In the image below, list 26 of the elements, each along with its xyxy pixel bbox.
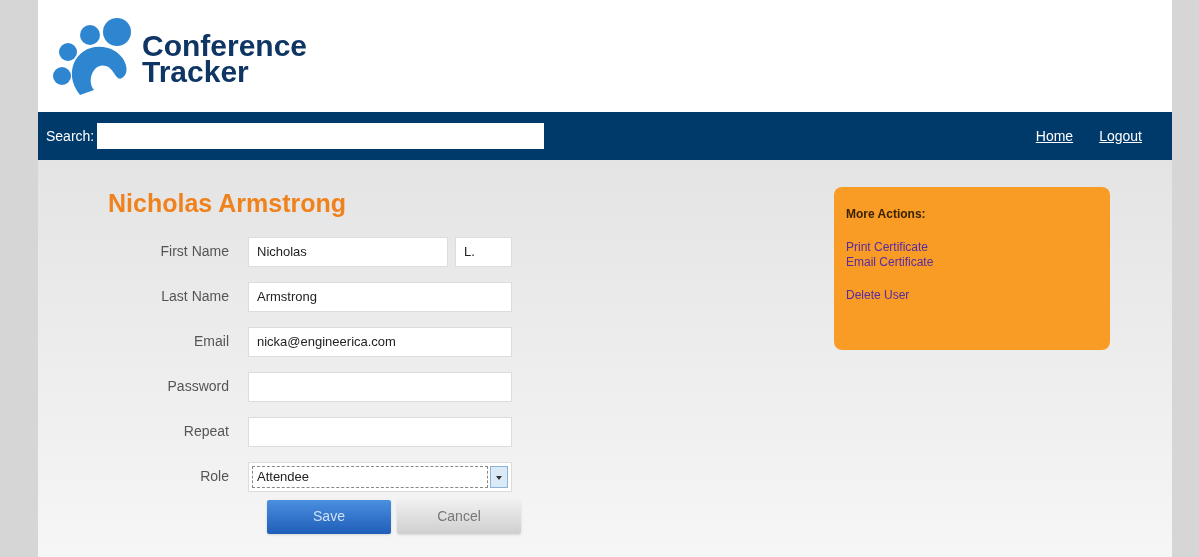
page-heading: Nicholas Armstrong [108, 188, 347, 219]
first-name-field[interactable]: Nicholas [248, 236, 448, 267]
logo-text: Tracker [142, 59, 249, 85]
search-label: Search: [46, 126, 95, 146]
field-label: Email [193, 332, 230, 351]
text-field[interactable]: nicka@engineerica.com [248, 326, 512, 357]
field-label: Last Name [160, 287, 230, 306]
search-field[interactable] [97, 123, 545, 149]
role-dropdown[interactable]: Attendee [248, 461, 512, 492]
field-label: Password [166, 377, 230, 396]
caret-icon [490, 465, 508, 488]
middle-initial-field[interactable]: L. [455, 236, 512, 267]
nav-link[interactable]: Logout [1099, 125, 1142, 147]
actions-title: More Actions: [846, 206, 927, 223]
field-label: First Name [159, 242, 230, 261]
action-link[interactable]: Delete User [846, 288, 910, 303]
dropdown-value: Attendee [252, 465, 488, 488]
logo-text: Conference [142, 33, 308, 59]
nav-link[interactable]: Home [1035, 125, 1074, 147]
action-link[interactable]: Print Certificate [846, 240, 929, 255]
action-link[interactable]: Email Certificate [846, 255, 934, 270]
field-label: Repeat [182, 422, 230, 441]
password-field[interactable] [248, 416, 512, 447]
text-field[interactable]: Armstrong [248, 281, 512, 312]
password-field[interactable] [248, 371, 512, 402]
field-label: Role [199, 467, 230, 486]
